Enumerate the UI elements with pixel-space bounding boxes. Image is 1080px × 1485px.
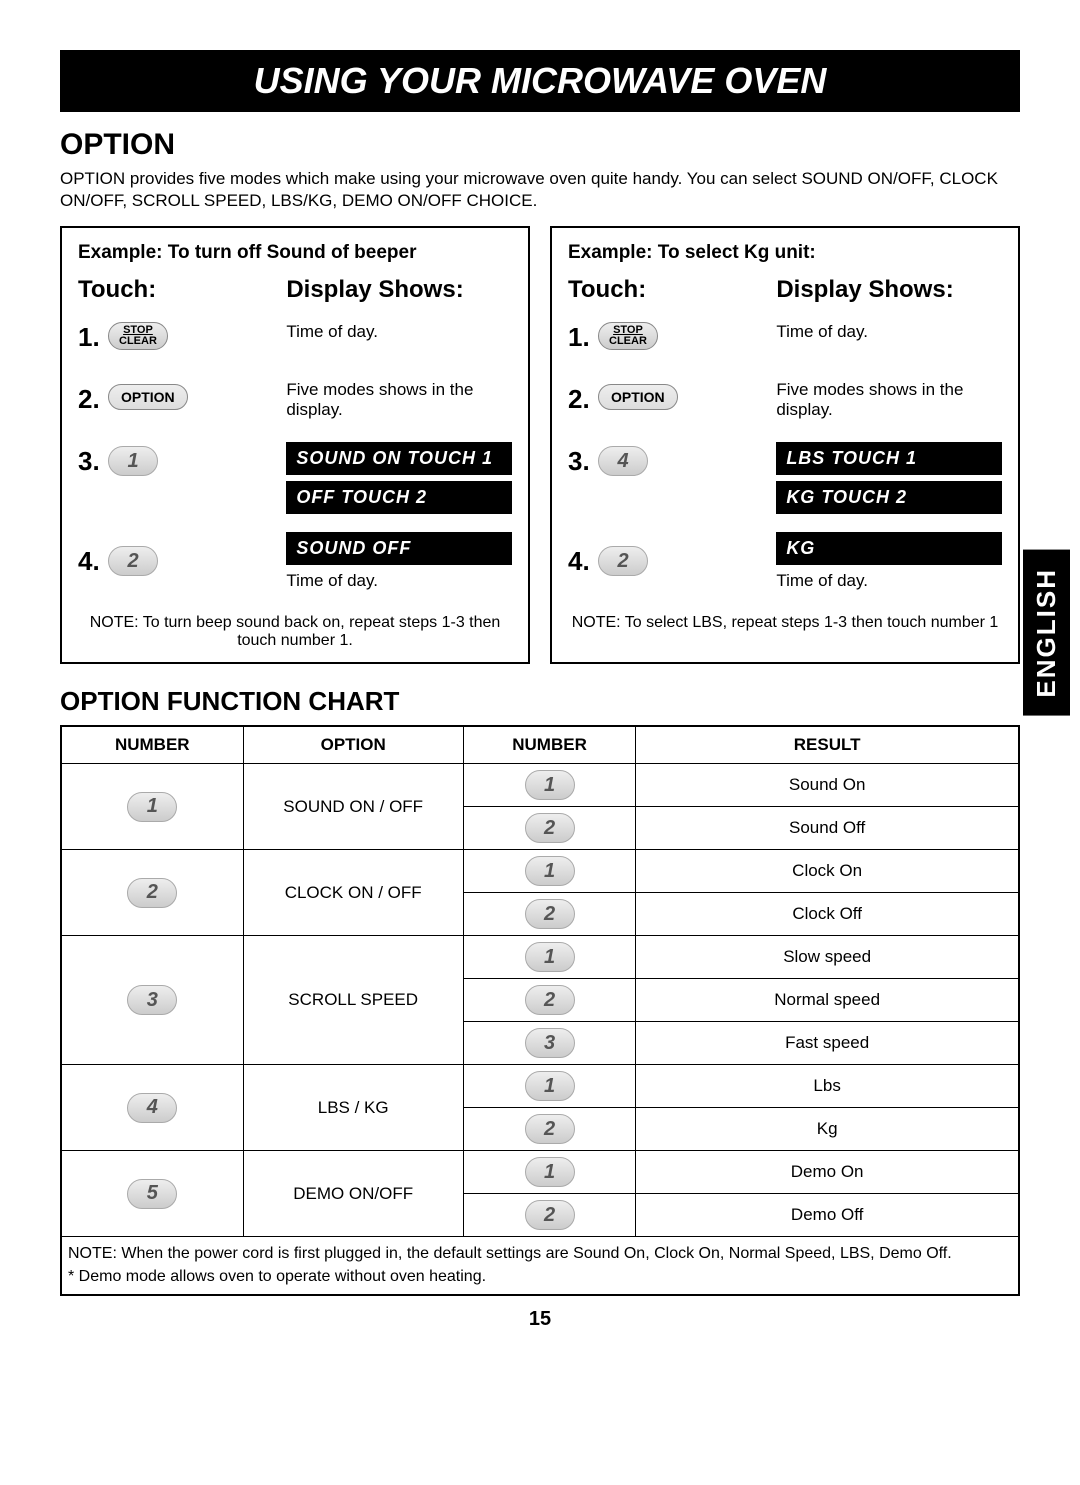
keypad-2[interactable]: 2 [108,546,158,576]
example2-title: Example: To select Kg unit: [568,242,1002,264]
keypad-2[interactable]: 2 [525,985,575,1015]
chart-heading: OPTION FUNCTION CHART [60,686,1020,717]
option-intro: OPTION provides five modes which make us… [60,168,1020,212]
example1-note: NOTE: To turn beep sound back on, repeat… [78,614,512,650]
chart-result: Clock Off [636,893,1019,936]
chart-result: Demo On [636,1151,1019,1194]
display-five-modes: Five modes shows in the display. [776,380,1002,420]
lcd-lbs-touch1: LBS TOUCH 1 [776,442,1002,475]
chart-option-name: DEMO ON/OFF [243,1151,463,1237]
page-number: 15 [60,1308,1020,1331]
chart-option-name: CLOCK ON / OFF [243,850,463,936]
keypad-3[interactable]: 3 [127,985,177,1015]
page-banner: USING YOUR MICROWAVE OVEN [60,50,1020,112]
chart-col-option: OPTION [243,726,463,764]
chart-main-number: 2 [61,850,243,936]
step-number: 1. [568,322,598,353]
chart-sub-number: 1 [463,1151,635,1194]
example2-note: NOTE: To select LBS, repeat steps 1-3 th… [568,614,1002,632]
option-heading: OPTION [60,128,1020,162]
keypad-2[interactable]: 2 [525,1114,575,1144]
keypad-4[interactable]: 4 [598,446,648,476]
example1-title: Example: To turn off Sound of beeper [78,242,512,264]
example-kg-unit: Example: To select Kg unit: Touch: 1. ST… [550,226,1020,664]
step-number: 4. [78,546,108,577]
display-header: Display Shows: [776,276,1002,304]
chart-sub-number: 1 [463,764,635,807]
chart-sub-number: 2 [463,807,635,850]
chart-result: Sound On [636,764,1019,807]
lcd-kg-touch2: KG TOUCH 2 [776,481,1002,514]
chart-option-name: SOUND ON / OFF [243,764,463,850]
chart-result: Sound Off [636,807,1019,850]
chart-main-number: 3 [61,936,243,1065]
keypad-1[interactable]: 1 [525,942,575,972]
chart-col-number2: NUMBER [463,726,635,764]
chart-main-number: 1 [61,764,243,850]
chart-main-number: 5 [61,1151,243,1237]
keypad-5[interactable]: 5 [127,1179,177,1209]
touch-header: Touch: [78,276,286,304]
step-number: 1. [78,322,108,353]
example-sound-off: Example: To turn off Sound of beeper Tou… [60,226,530,664]
chart-option-name: SCROLL SPEED [243,936,463,1065]
chart-sub-number: 1 [463,1065,635,1108]
keypad-4[interactable]: 4 [127,1093,177,1123]
chart-col-number: NUMBER [61,726,243,764]
chart-result: Slow speed [636,936,1019,979]
chart-result: Kg [636,1108,1019,1151]
keypad-1[interactable]: 1 [525,1071,575,1101]
option-button[interactable]: OPTION [108,384,188,410]
step-number: 3. [568,446,598,477]
chart-result: Lbs [636,1065,1019,1108]
display-header: Display Shows: [286,276,512,304]
lcd-sound-on-touch1: SOUND ON TOUCH 1 [286,442,512,475]
step-number: 4. [568,546,598,577]
stop-clear-button[interactable]: STOPCLEAR [598,322,658,350]
display-five-modes: Five modes shows in the display. [286,380,512,420]
keypad-2[interactable]: 2 [525,1200,575,1230]
chart-main-number: 4 [61,1065,243,1151]
display-time-of-day: Time of day. [776,322,1002,342]
keypad-2[interactable]: 2 [127,878,177,908]
display-time-of-day: Time of day. [776,571,1002,591]
keypad-1[interactable]: 1 [525,856,575,886]
stop-clear-button[interactable]: STOPCLEAR [108,322,168,350]
keypad-3[interactable]: 3 [525,1028,575,1058]
display-time-of-day: Time of day. [286,571,512,591]
chart-option-name: LBS / KG [243,1065,463,1151]
step-number: 2. [568,384,598,415]
lcd-sound-off: SOUND OFF [286,532,512,565]
keypad-2[interactable]: 2 [525,899,575,929]
chart-sub-number: 2 [463,979,635,1022]
chart-sub-number: 3 [463,1022,635,1065]
chart-sub-number: 2 [463,893,635,936]
chart-result: Normal speed [636,979,1019,1022]
chart-sub-number: 2 [463,1108,635,1151]
option-button[interactable]: OPTION [598,384,678,410]
keypad-1[interactable]: 1 [525,770,575,800]
touch-header: Touch: [568,276,776,304]
keypad-1[interactable]: 1 [525,1157,575,1187]
chart-note: NOTE: When the power cord is first plugg… [61,1237,1019,1295]
keypad-2[interactable]: 2 [525,813,575,843]
keypad-2[interactable]: 2 [598,546,648,576]
chart-result: Demo Off [636,1194,1019,1237]
option-function-chart: NUMBER OPTION NUMBER RESULT 1 SOUND ON / … [60,725,1020,1296]
display-time-of-day: Time of day. [286,322,512,342]
keypad-1[interactable]: 1 [108,446,158,476]
chart-result: Fast speed [636,1022,1019,1065]
keypad-1[interactable]: 1 [127,792,177,822]
step-number: 3. [78,446,108,477]
chart-sub-number: 2 [463,1194,635,1237]
chart-result: Clock On [636,850,1019,893]
step-number: 2. [78,384,108,415]
lcd-off-touch2: OFF TOUCH 2 [286,481,512,514]
lcd-kg: KG [776,532,1002,565]
language-tab: ENGLISH [1023,550,1070,716]
chart-sub-number: 1 [463,936,635,979]
chart-sub-number: 1 [463,850,635,893]
chart-col-result: RESULT [636,726,1019,764]
